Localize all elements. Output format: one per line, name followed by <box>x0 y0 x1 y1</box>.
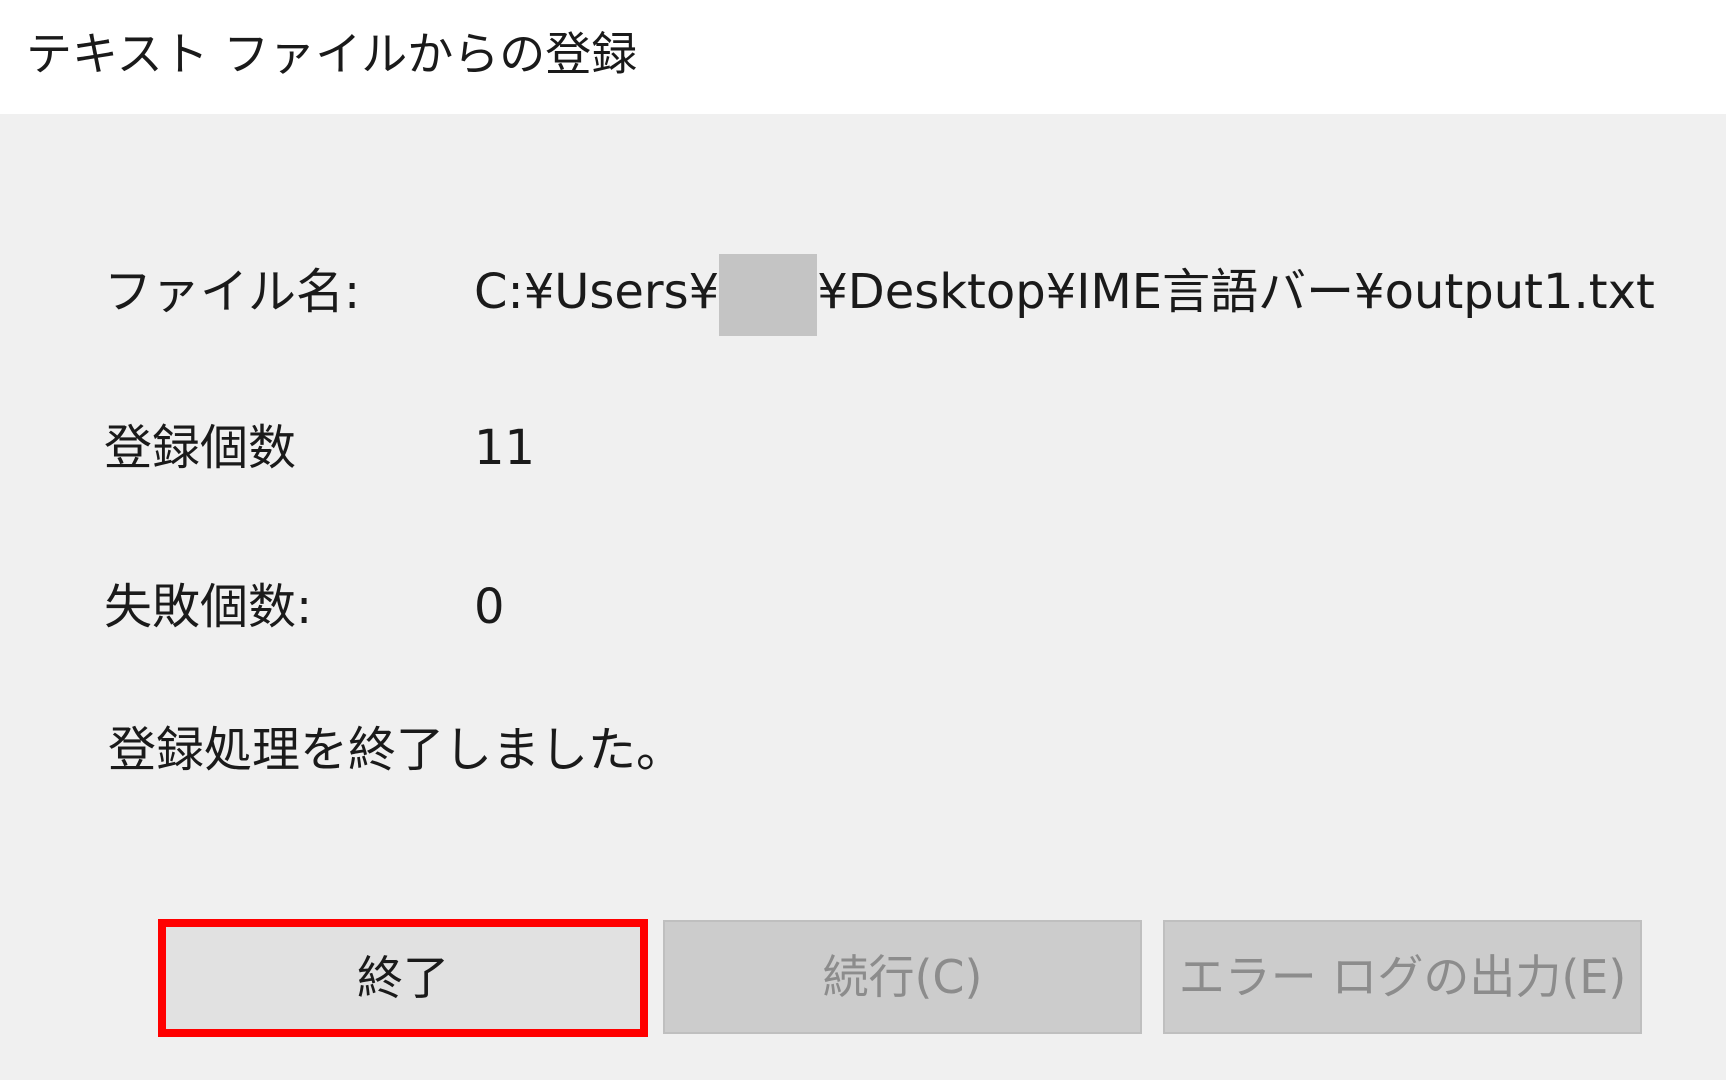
registered-count-label: 登録個数 <box>104 420 297 476</box>
window-title: テキスト ファイルからの登録 <box>26 27 638 81</box>
failed-count-label: 失敗個数: <box>104 579 313 635</box>
status-message: 登録処理を終了しました。 <box>108 722 685 778</box>
filename-value: C:¥Users¥ ¥Desktop¥IME言語バー¥output1.txt <box>474 254 1655 336</box>
error-log-output-button[interactable]: エラー ログの出力(E) <box>1163 920 1642 1034</box>
dialog-body: ファイル名: C:¥Users¥ ¥Desktop¥IME言語バー¥output1… <box>0 114 1726 1080</box>
finish-button[interactable]: 終了 <box>158 919 648 1037</box>
filename-label: ファイル名: <box>104 264 361 320</box>
title-bar: テキスト ファイルからの登録 <box>0 0 1726 114</box>
registered-count-value: 11 <box>474 420 536 476</box>
filename-path-suffix: ¥Desktop¥IME言語バー¥output1.txt <box>817 264 1655 320</box>
redacted-username <box>719 254 818 336</box>
filename-path-prefix: C:¥Users¥ <box>474 264 720 320</box>
continue-button[interactable]: 続行(C) <box>663 920 1142 1034</box>
failed-count-value: 0 <box>474 579 505 635</box>
text-file-import-dialog: テキスト ファイルからの登録 ファイル名: C:¥Users¥ ¥Desktop¥… <box>0 0 1726 1080</box>
